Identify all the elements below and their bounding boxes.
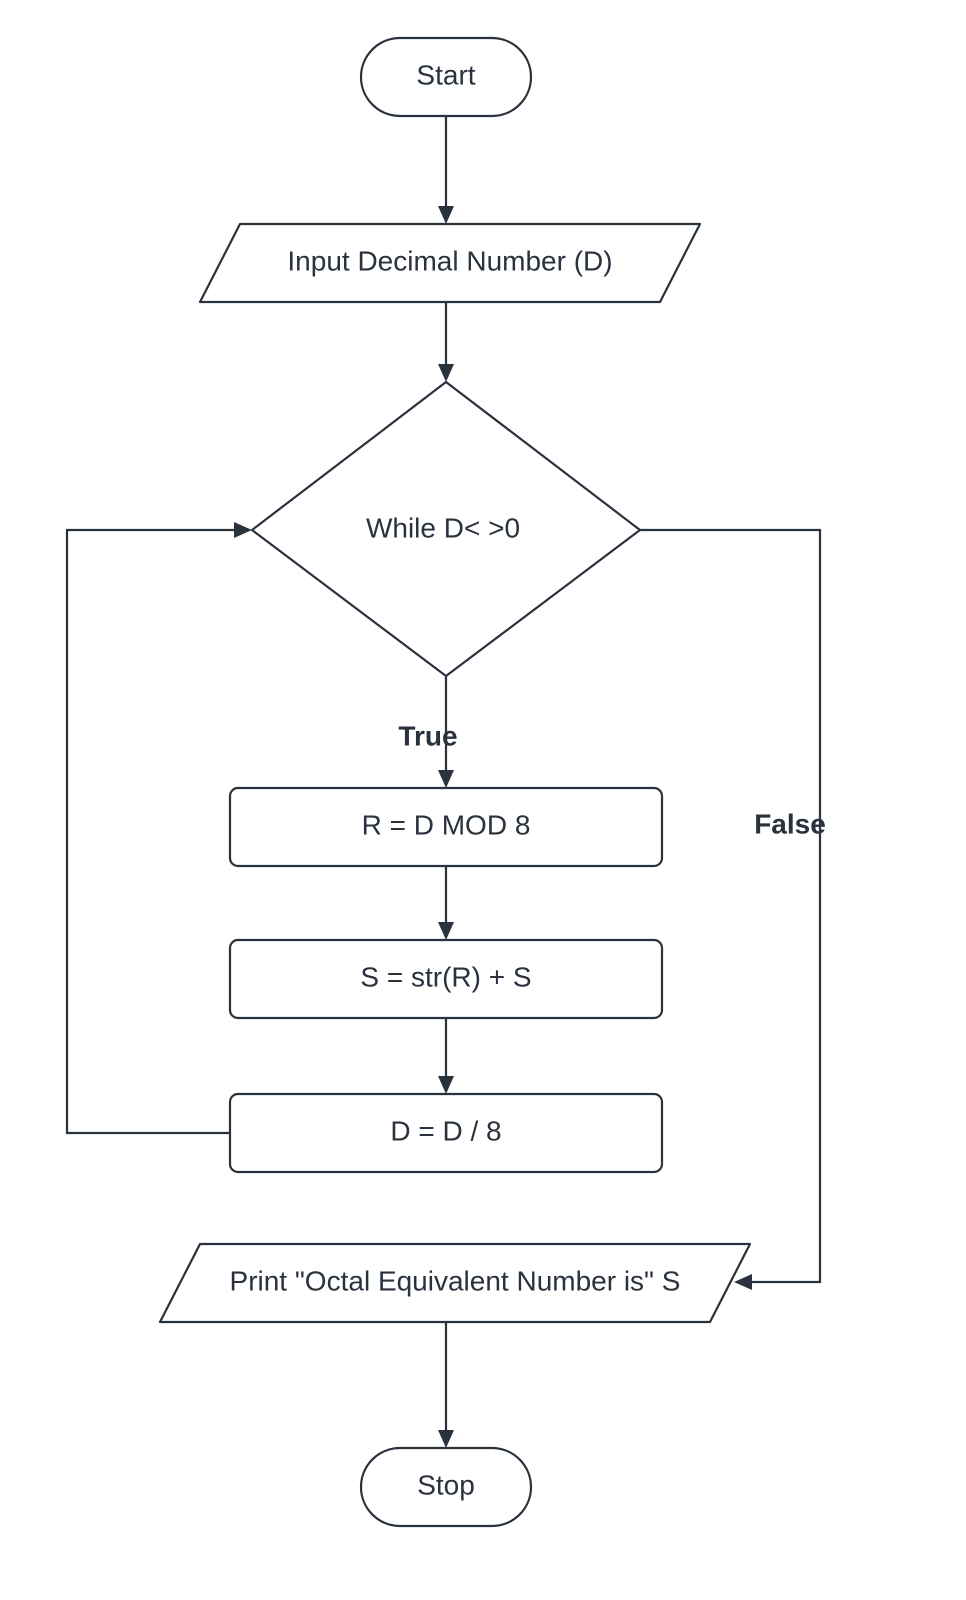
stop-node: Stop [361, 1448, 531, 1526]
output-node: Print "Octal Equivalent Number is" S [160, 1244, 750, 1322]
true-label: True [398, 720, 457, 751]
edge-loopback [67, 522, 252, 1133]
process2-label: S = str(R) + S [360, 961, 531, 992]
edge-decision-false: False [640, 530, 826, 1290]
start-label: Start [416, 59, 475, 90]
input-node: Input Decimal Number (D) [200, 224, 700, 302]
false-label: False [754, 808, 826, 839]
stop-label: Stop [417, 1469, 475, 1500]
edge-start-input [438, 116, 454, 224]
input-label: Input Decimal Number (D) [287, 245, 612, 276]
edge-p1-p2 [438, 866, 454, 940]
edge-output-stop [438, 1322, 454, 1448]
edge-input-decision [438, 302, 454, 382]
flowchart-svg: Start Input Decimal Number (D) While D< … [0, 0, 966, 1600]
output-label: Print "Octal Equivalent Number is" S [230, 1265, 681, 1296]
decision-label: While D< >0 [366, 512, 520, 543]
edge-decision-true: True [398, 676, 457, 788]
process1-node: R = D MOD 8 [230, 788, 662, 866]
edge-p2-p3 [438, 1018, 454, 1094]
process1-label: R = D MOD 8 [362, 809, 531, 840]
decision-node: While D< >0 [252, 382, 640, 676]
process2-node: S = str(R) + S [230, 940, 662, 1018]
start-node: Start [361, 38, 531, 116]
process3-node: D = D / 8 [230, 1094, 662, 1172]
process3-label: D = D / 8 [390, 1115, 501, 1146]
